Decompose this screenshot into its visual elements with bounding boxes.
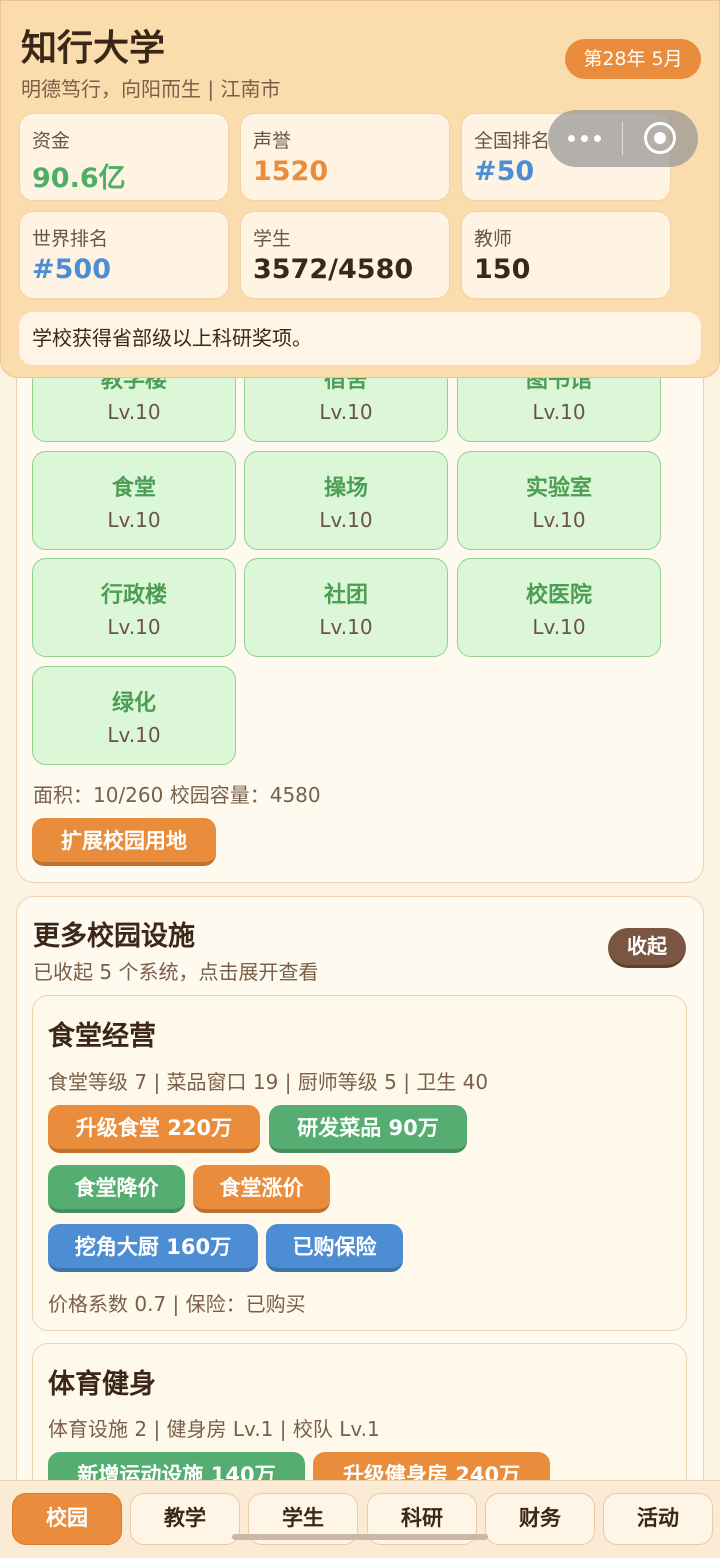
facility-level: Lv.10: [107, 400, 161, 424]
facility-name: 操场: [323, 476, 368, 501]
stat-value: 90.6亿: [32, 163, 126, 194]
facility-level: Lv.10: [532, 400, 586, 424]
tab-teaching[interactable]: 教学: [130, 1493, 240, 1545]
stat-world-rank: 世界排名 #500: [19, 211, 229, 299]
insurance-purchased-button[interactable]: 已购保险: [266, 1224, 403, 1272]
facility-level: Lv.10: [532, 615, 586, 639]
stat-teachers: 教师 150: [461, 211, 671, 299]
facility-name: 社团: [323, 583, 368, 608]
sports-stats: 体育设施 2 | 健身房 Lv.1 | 校队 Lv.1: [48, 1417, 380, 1441]
home-indicator: [232, 1534, 488, 1540]
stat-label: 声誉: [253, 130, 292, 152]
develop-dishes-button[interactable]: 研发菜品 90万: [269, 1105, 467, 1153]
stat-value: #50: [474, 156, 535, 187]
school-motto: 明德笃行，向阳而生 | 江南市: [21, 77, 281, 101]
facility-card-greenery[interactable]: 绿化 Lv.10: [32, 666, 236, 765]
bottom-nav: 校园 教学 学生 科研 财务 活动: [0, 1480, 720, 1558]
stat-funds: 资金 90.6亿: [19, 113, 229, 201]
facility-name: 绿化: [111, 691, 156, 716]
facility-card-laboratory[interactable]: 实验室 Lv.10: [457, 451, 661, 550]
expand-campus-button[interactable]: 扩展校园用地: [32, 818, 216, 866]
canteen-title: 食堂经营: [48, 1021, 156, 1052]
date-badge: 第28年 5月: [565, 39, 701, 79]
tab-finance[interactable]: 财务: [485, 1493, 595, 1545]
stat-value: #500: [32, 254, 111, 285]
facility-name: 实验室: [525, 476, 592, 501]
status-header: 知行大学 明德笃行，向阳而生 | 江南市 第28年 5月 资金 90.6亿 声誉…: [0, 0, 720, 378]
facility-level: Lv.10: [319, 615, 373, 639]
canteen-footer: 价格系数 0.7 | 保险：已购买: [48, 1292, 306, 1316]
stat-label: 世界排名: [32, 228, 109, 250]
stat-label: 教师: [474, 228, 513, 250]
facility-card-clinic[interactable]: 校医院 Lv.10: [457, 558, 661, 657]
collapse-button[interactable]: 收起: [608, 928, 686, 968]
lower-price-button[interactable]: 食堂降价: [48, 1165, 185, 1213]
stat-students: 学生 3572/4580: [240, 211, 450, 299]
poach-chef-button[interactable]: 挖角大厨 160万: [48, 1224, 258, 1272]
sports-title: 体育健身: [48, 1369, 156, 1400]
stat-value: 3572/4580: [253, 254, 414, 285]
facility-name: 食堂: [111, 476, 156, 501]
facility-level: Lv.10: [532, 508, 586, 532]
stat-value: 150: [474, 254, 531, 285]
facility-level: Lv.10: [319, 508, 373, 532]
stat-label: 资金: [32, 130, 71, 152]
facility-level: Lv.10: [107, 615, 161, 639]
tab-activities[interactable]: 活动: [603, 1493, 713, 1545]
stat-reputation: 声誉 1520: [240, 113, 450, 201]
close-miniprogram-icon[interactable]: [644, 122, 676, 154]
campus-area-info: 面积：10/260 校园容量：4580: [33, 783, 321, 807]
capsule-divider: [622, 122, 623, 155]
stat-label: 全国排名: [474, 130, 551, 152]
more-options-icon[interactable]: [568, 134, 602, 144]
facility-card-canteen[interactable]: 食堂 Lv.10: [32, 451, 236, 550]
stat-label: 学生: [253, 228, 292, 250]
more-facilities-title: 更多校园设施: [33, 921, 195, 952]
facility-name: 校医院: [525, 583, 592, 608]
facility-level: Lv.10: [107, 723, 161, 747]
upgrade-canteen-button[interactable]: 升级食堂 220万: [48, 1105, 260, 1153]
stat-value: 1520: [253, 156, 329, 187]
facility-card-playground[interactable]: 操场 Lv.10: [244, 451, 448, 550]
school-name: 知行大学: [21, 28, 166, 69]
more-facilities-subtitle: 已收起 5 个系统，点击展开查看: [33, 960, 319, 984]
tab-campus[interactable]: 校园: [12, 1493, 122, 1545]
raise-price-button[interactable]: 食堂涨价: [193, 1165, 330, 1213]
event-notice: 学校获得省部级以上科研奖项。: [19, 312, 701, 365]
facility-card-clubs[interactable]: 社团 Lv.10: [244, 558, 448, 657]
canteen-stats: 食堂等级 7 | 菜品窗口 19 | 厨师等级 5 | 卫生 40: [48, 1070, 489, 1094]
facility-name: 行政楼: [100, 583, 167, 608]
facility-card-admin-building[interactable]: 行政楼 Lv.10: [32, 558, 236, 657]
miniprogram-capsule: [548, 110, 698, 167]
facility-level: Lv.10: [107, 508, 161, 532]
facility-level: Lv.10: [319, 400, 373, 424]
